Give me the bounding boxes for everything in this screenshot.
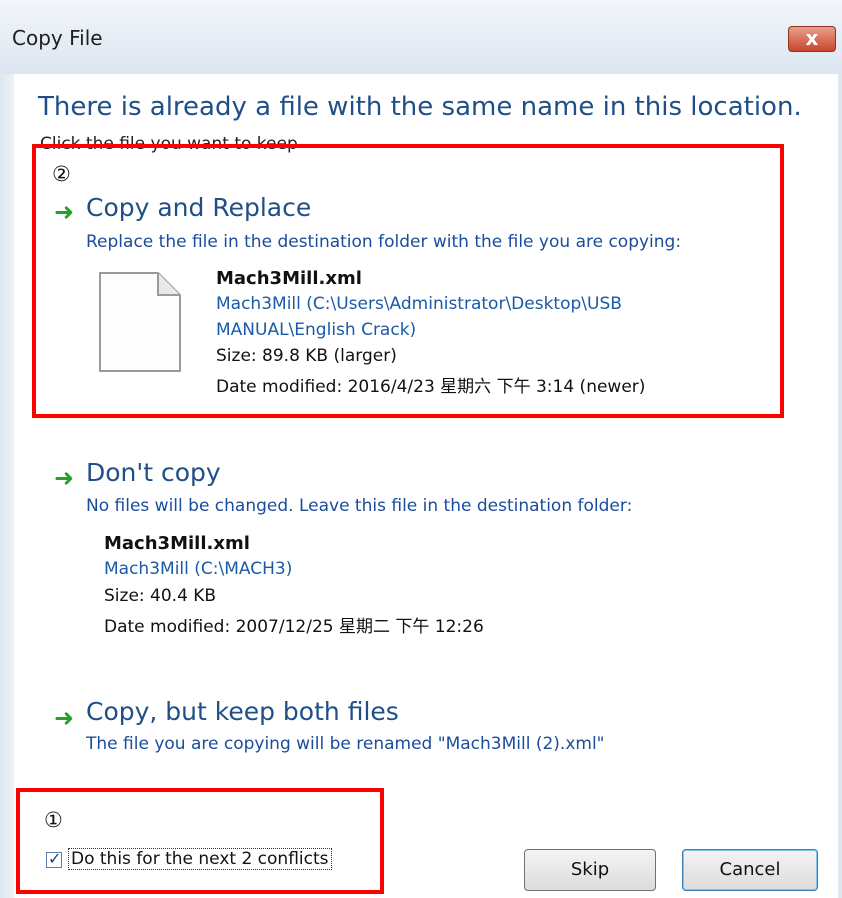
green-arrow-icon: ➜ [54, 464, 75, 492]
file-date-modified: Date modified: 2016/4/23 星期六 下午 3:14 (ne… [216, 377, 646, 397]
option-title: Don't copy [86, 458, 221, 487]
highlight-box-checkbox [16, 788, 384, 894]
conflicts-checkbox-label[interactable]: Do this for the next 2 conflicts [68, 848, 332, 870]
window-title: Copy File [12, 26, 103, 50]
annotation-marker-2: ② [52, 162, 71, 186]
option-description: Replace the file in the destination fold… [86, 232, 682, 252]
close-icon: x [805, 26, 819, 50]
file-path: Mach3Mill (C:\MACH3) [104, 559, 293, 579]
green-arrow-icon: ➜ [54, 704, 75, 732]
option-title: Copy, but keep both files [86, 697, 399, 726]
window-frame-right [838, 74, 842, 898]
title-bar [0, 0, 842, 74]
checkmark-icon: ✓ [48, 849, 62, 868]
file-icon [99, 272, 181, 372]
dialog-heading: There is already a file with the same na… [38, 92, 802, 122]
cancel-button[interactable]: Cancel [682, 849, 818, 891]
file-date-modified: Date modified: 2007/12/25 星期二 下午 12:26 [104, 617, 484, 637]
file-size: Size: 89.8 KB (larger) [216, 346, 397, 366]
conflicts-checkbox[interactable]: ✓ [46, 849, 62, 868]
option-title: Copy and Replace [86, 193, 312, 222]
option-description: No files will be changed. Leave this fil… [86, 496, 633, 516]
file-name: Mach3Mill.xml [104, 533, 250, 554]
file-path-line-1: Mach3Mill (C:\Users\Administrator\Deskto… [216, 294, 622, 314]
file-size: Size: 40.4 KB [104, 586, 217, 606]
window-frame-left [0, 74, 14, 898]
option-description: The file you are copying will be renamed… [86, 734, 605, 754]
file-name: Mach3Mill.xml [216, 268, 362, 289]
skip-button[interactable]: Skip [524, 849, 656, 891]
green-arrow-icon: ➜ [54, 198, 75, 226]
close-button[interactable]: x [788, 26, 836, 52]
file-path-line-2: MANUAL\English Crack) [216, 320, 417, 340]
annotation-marker-1: ① [44, 808, 63, 832]
